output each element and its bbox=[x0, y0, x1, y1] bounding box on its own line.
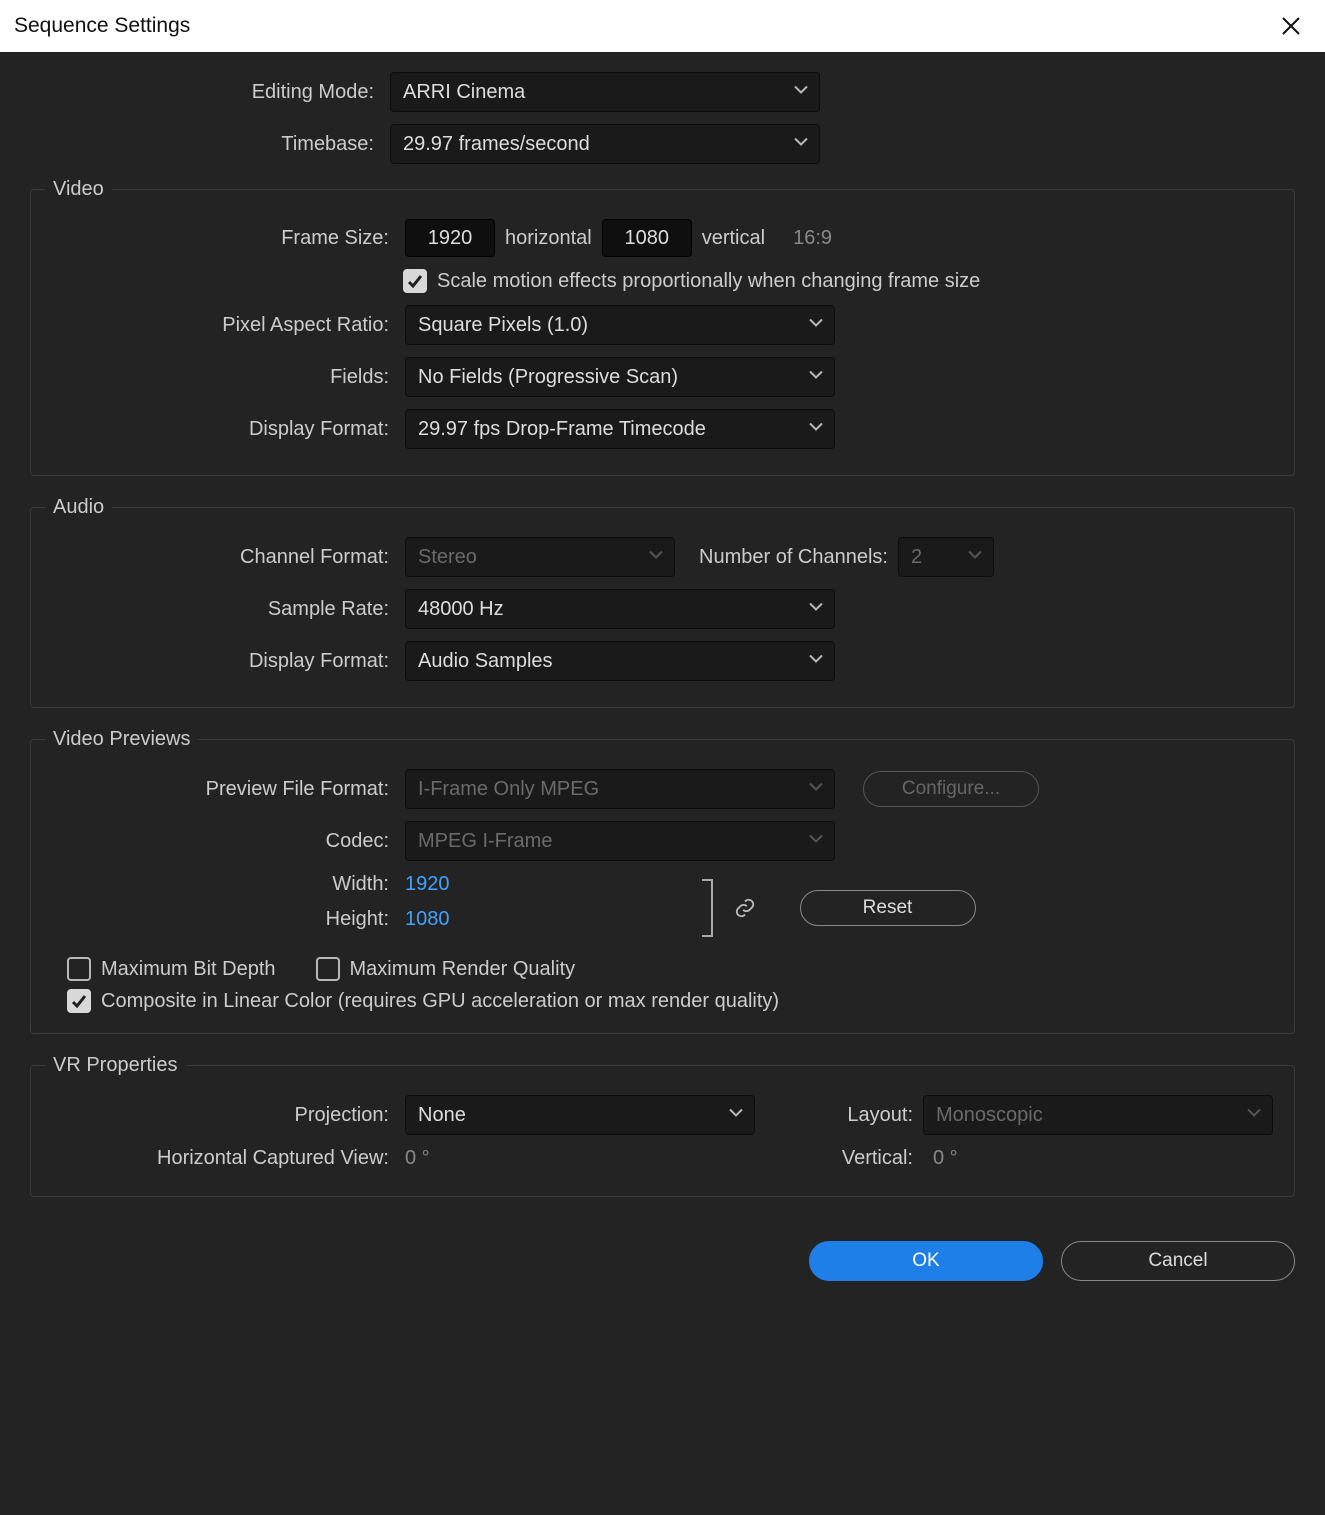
frame-height-input[interactable] bbox=[602, 219, 692, 257]
scale-motion-checkbox[interactable] bbox=[403, 269, 427, 293]
audio-group: Audio Channel Format: Stereo Number of C… bbox=[30, 496, 1295, 708]
codec-select: MPEG I-Frame bbox=[405, 821, 835, 861]
projection-label: Projection: bbox=[45, 1104, 395, 1127]
preview-height-label: Height: bbox=[45, 908, 395, 931]
editing-mode-label: Editing Mode: bbox=[30, 81, 380, 104]
sequence-settings-dialog: Sequence Settings Editing Mode: ARRI Cin… bbox=[0, 0, 1325, 1305]
check-icon bbox=[71, 993, 87, 1009]
reset-button[interactable]: Reset bbox=[800, 890, 976, 926]
scale-motion-label: Scale motion effects proportionally when… bbox=[437, 270, 980, 293]
sample-rate-label: Sample Rate: bbox=[45, 598, 395, 621]
chevron-down-icon bbox=[728, 1104, 744, 1127]
preview-file-format-select: I-Frame Only MPEG bbox=[405, 769, 835, 809]
preview-width-value[interactable]: 1920 bbox=[405, 873, 450, 896]
composite-linear-label: Composite in Linear Color (requires GPU … bbox=[101, 990, 779, 1013]
fields-select[interactable]: No Fields (Progressive Scan) bbox=[405, 357, 835, 397]
fields-value: No Fields (Progressive Scan) bbox=[418, 366, 678, 389]
layout-select: Monoscopic bbox=[923, 1095, 1273, 1135]
check-icon bbox=[407, 273, 423, 289]
frame-size-label: Frame Size: bbox=[45, 227, 395, 250]
horiz-view-value: 0 ° bbox=[405, 1147, 755, 1170]
codec-value: MPEG I-Frame bbox=[418, 830, 552, 853]
num-channels-value: 2 bbox=[911, 546, 922, 569]
close-button[interactable] bbox=[1271, 6, 1311, 46]
audio-legend: Audio bbox=[45, 496, 112, 519]
chevron-down-icon bbox=[808, 598, 824, 621]
num-channels-select: 2 bbox=[898, 537, 994, 577]
max-bit-depth-label: Maximum Bit Depth bbox=[101, 958, 276, 981]
ok-button[interactable]: OK bbox=[809, 1241, 1043, 1281]
audio-displayformat-value: Audio Samples bbox=[418, 650, 553, 673]
projection-select[interactable]: None bbox=[405, 1095, 755, 1135]
vr-group: VR Properties Projection: None Layout: M… bbox=[30, 1054, 1295, 1197]
video-group: Video Frame Size: horizontal vertical 16… bbox=[30, 178, 1295, 476]
video-displayformat-label: Display Format: bbox=[45, 418, 395, 441]
video-displayformat-select[interactable]: 29.97 fps Drop-Frame Timecode bbox=[405, 409, 835, 449]
horizontal-label: horizontal bbox=[505, 227, 592, 250]
link-icon[interactable] bbox=[734, 897, 756, 919]
timebase-label: Timebase: bbox=[30, 133, 380, 156]
fields-label: Fields: bbox=[45, 366, 395, 389]
dialog-body: Editing Mode: ARRI Cinema Timebase: 29.9… bbox=[0, 52, 1325, 1227]
close-icon bbox=[1281, 16, 1301, 36]
chevron-down-icon bbox=[808, 830, 824, 853]
chevron-down-icon bbox=[808, 778, 824, 801]
layout-value: Monoscopic bbox=[936, 1104, 1043, 1127]
chevron-down-icon bbox=[808, 650, 824, 673]
editing-mode-select[interactable]: ARRI Cinema bbox=[390, 72, 820, 112]
channel-format-label: Channel Format: bbox=[45, 546, 395, 569]
projection-value: None bbox=[418, 1104, 466, 1127]
vertical-label: vertical bbox=[702, 227, 765, 250]
chevron-down-icon bbox=[808, 366, 824, 389]
max-bit-depth-checkbox[interactable] bbox=[67, 957, 91, 981]
horiz-view-label: Horizontal Captured View: bbox=[45, 1147, 395, 1170]
chevron-down-icon bbox=[793, 133, 809, 156]
video-displayformat-value: 29.97 fps Drop-Frame Timecode bbox=[418, 418, 706, 441]
editing-mode-value: ARRI Cinema bbox=[403, 81, 525, 104]
cancel-button[interactable]: Cancel bbox=[1061, 1241, 1295, 1281]
audio-displayformat-select[interactable]: Audio Samples bbox=[405, 641, 835, 681]
channel-format-select: Stereo bbox=[405, 537, 675, 577]
timebase-select[interactable]: 29.97 frames/second bbox=[390, 124, 820, 164]
chevron-down-icon bbox=[648, 546, 664, 569]
channel-format-value: Stereo bbox=[418, 546, 477, 569]
dialog-title: Sequence Settings bbox=[14, 14, 1271, 38]
vert-view-value: 0 ° bbox=[933, 1147, 958, 1170]
codec-label: Codec: bbox=[45, 830, 395, 853]
link-bracket-icon bbox=[700, 878, 720, 938]
vert-view-label: Vertical: bbox=[765, 1147, 913, 1170]
preview-width-label: Width: bbox=[45, 873, 395, 896]
video-previews-group: Video Previews Preview File Format: I-Fr… bbox=[30, 728, 1295, 1034]
chevron-down-icon bbox=[808, 418, 824, 441]
audio-displayformat-label: Display Format: bbox=[45, 650, 395, 673]
composite-linear-checkbox[interactable] bbox=[67, 989, 91, 1013]
timebase-value: 29.97 frames/second bbox=[403, 133, 590, 156]
pixel-aspect-label: Pixel Aspect Ratio: bbox=[45, 314, 395, 337]
max-render-quality-checkbox[interactable] bbox=[316, 957, 340, 981]
chevron-down-icon bbox=[967, 546, 983, 569]
preview-file-format-label: Preview File Format: bbox=[45, 778, 395, 801]
preview-height-value[interactable]: 1080 bbox=[405, 908, 450, 931]
titlebar: Sequence Settings bbox=[0, 0, 1325, 52]
dialog-footer: OK Cancel bbox=[0, 1227, 1325, 1305]
vr-legend: VR Properties bbox=[45, 1054, 186, 1077]
pixel-aspect-select[interactable]: Square Pixels (1.0) bbox=[405, 305, 835, 345]
sample-rate-value: 48000 Hz bbox=[418, 598, 504, 621]
frame-width-input[interactable] bbox=[405, 219, 495, 257]
max-render-quality-label: Maximum Render Quality bbox=[350, 958, 576, 981]
layout-label: Layout: bbox=[765, 1104, 913, 1127]
chevron-down-icon bbox=[1246, 1104, 1262, 1127]
sample-rate-select[interactable]: 48000 Hz bbox=[405, 589, 835, 629]
aspect-ratio-text: 16:9 bbox=[793, 227, 832, 250]
video-legend: Video bbox=[45, 178, 112, 201]
chevron-down-icon bbox=[793, 81, 809, 104]
chevron-down-icon bbox=[808, 314, 824, 337]
pixel-aspect-value: Square Pixels (1.0) bbox=[418, 314, 588, 337]
num-channels-label: Number of Channels: bbox=[699, 546, 888, 569]
video-previews-legend: Video Previews bbox=[45, 728, 198, 751]
configure-button: Configure... bbox=[863, 771, 1039, 807]
preview-file-format-value: I-Frame Only MPEG bbox=[418, 778, 599, 801]
